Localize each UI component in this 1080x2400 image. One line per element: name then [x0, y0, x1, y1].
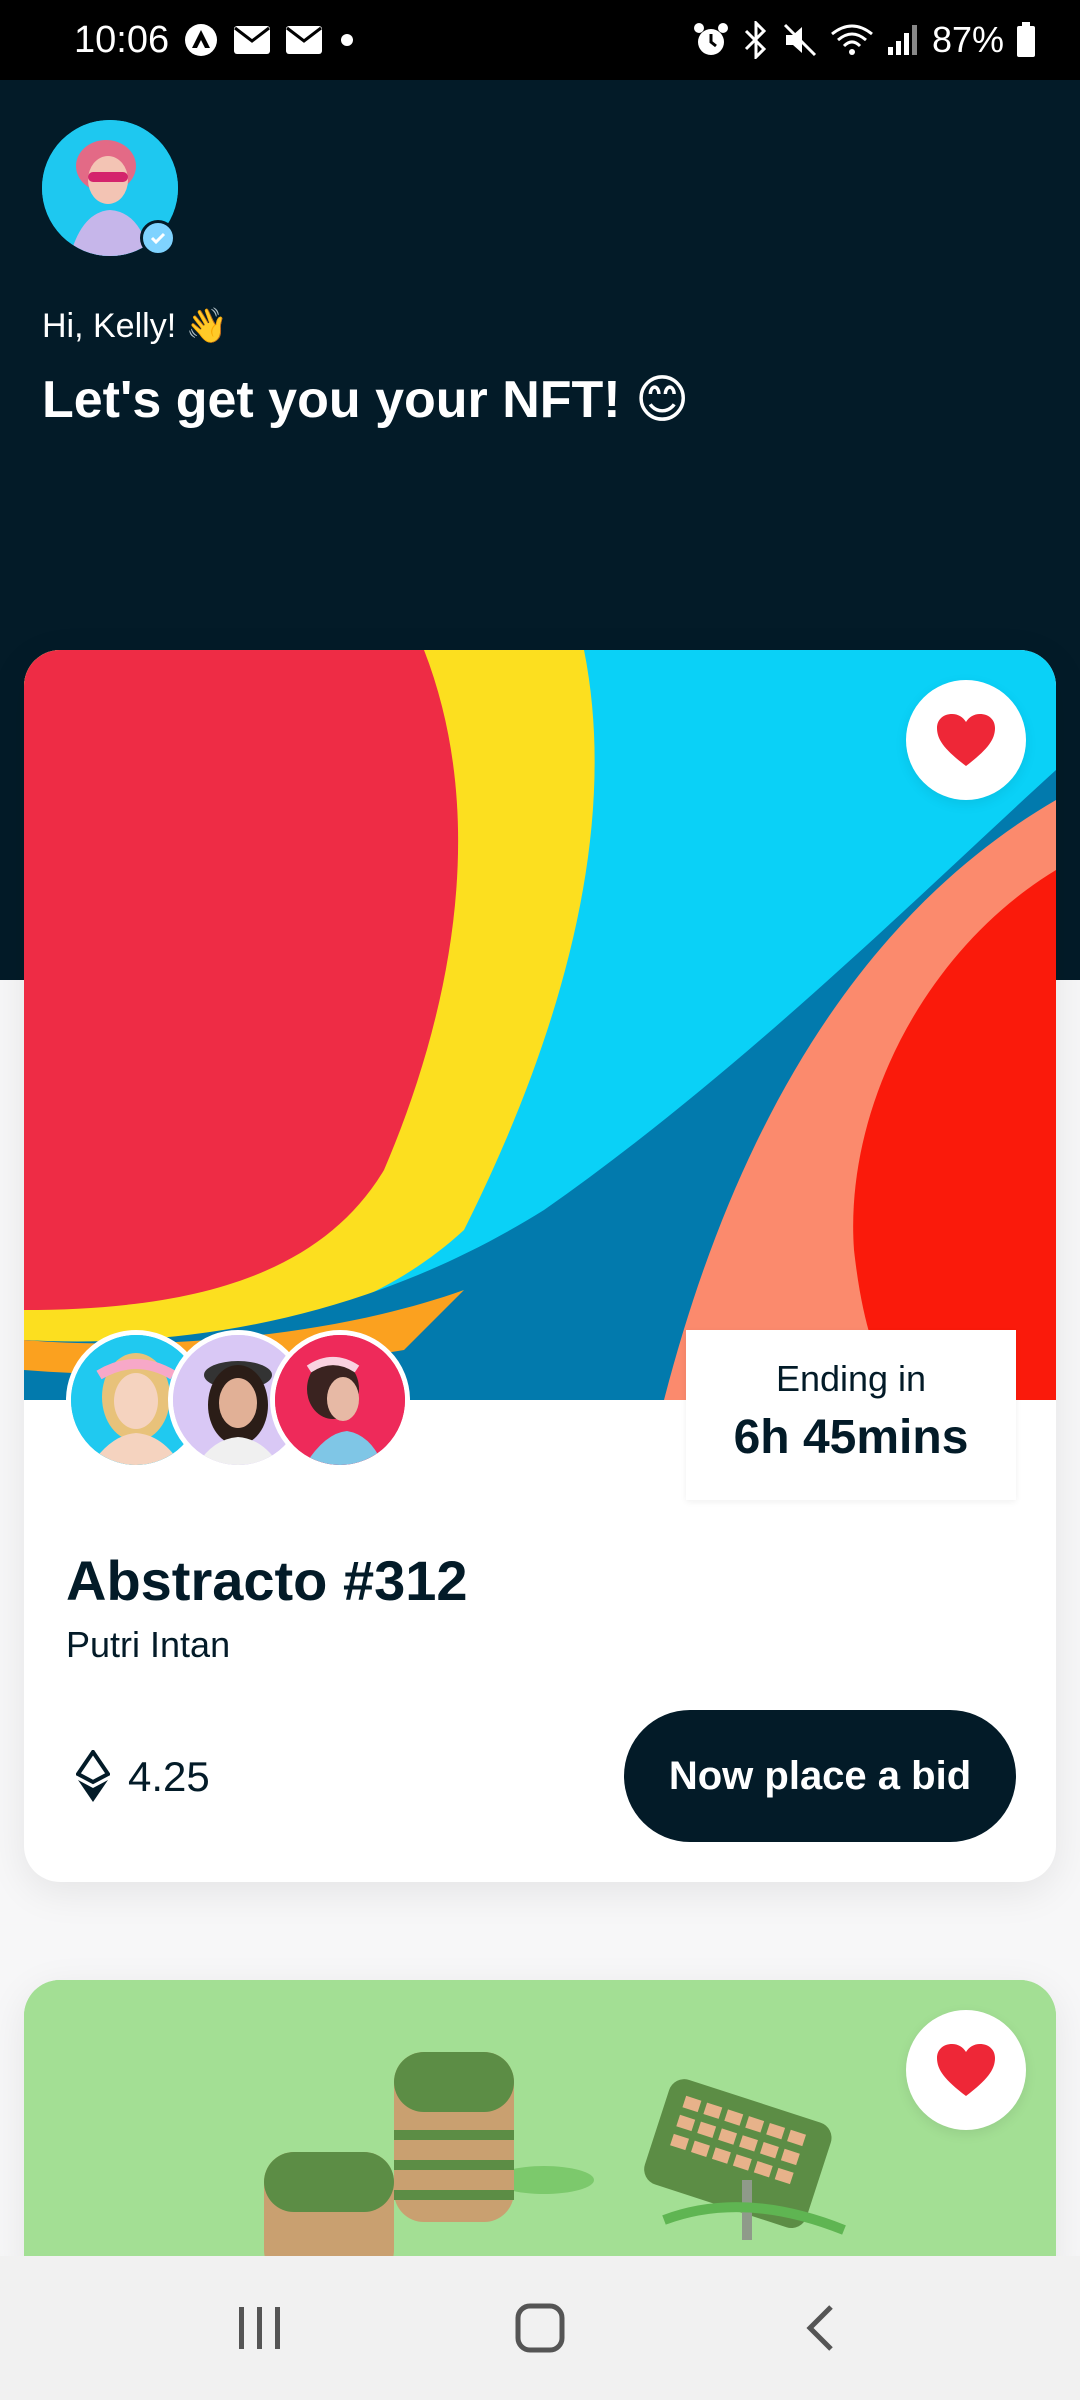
- mail-icon: [233, 25, 271, 55]
- alarm-icon: [692, 21, 730, 59]
- nft-author: Putri Intan: [66, 1624, 231, 1665]
- nft-artwork: [24, 650, 1056, 1400]
- ending-label: Ending in: [775, 1358, 927, 1399]
- nft-price: 4.25: [76, 1750, 210, 1804]
- bluetooth-icon: [742, 21, 770, 59]
- nft-card[interactable]: Ending in 6h 45mins Abstracto #312 Putri…: [24, 650, 1056, 1882]
- app-notification-icon: [183, 22, 219, 58]
- like-button[interactable]: [906, 2010, 1026, 2130]
- mail-icon: [285, 25, 323, 55]
- nft-title: Abstracto #312: [66, 1549, 468, 1612]
- nft-artwork: [24, 1980, 1056, 2280]
- owner-avatars: [66, 1330, 466, 1470]
- wifi-icon: [830, 22, 874, 58]
- status-bar: 10:06 87%: [0, 0, 1080, 80]
- greeting-text: Hi, Kelly! 👋: [42, 307, 228, 345]
- nft-card[interactable]: [24, 1980, 1056, 2280]
- signal-icon: [886, 23, 920, 57]
- ending-time: 6h 45mins: [733, 1411, 969, 1464]
- battery-percent: 87%: [931, 19, 1004, 60]
- mute-icon: [782, 22, 818, 58]
- owner-avatar[interactable]: [270, 1330, 410, 1470]
- like-button[interactable]: [906, 680, 1026, 800]
- status-time: 10:06: [74, 18, 170, 61]
- battery-icon: [1016, 22, 1036, 58]
- page-title: Let's get you your NFT! 😊: [42, 371, 690, 429]
- home-icon: [515, 2303, 565, 2353]
- recents-button[interactable]: [200, 2278, 320, 2378]
- heart-icon: [937, 2044, 995, 2096]
- recents-icon: [239, 2307, 280, 2349]
- back-button[interactable]: [760, 2278, 880, 2378]
- place-bid-button[interactable]: Now place a bid: [624, 1710, 1016, 1842]
- system-nav-bar: [0, 2256, 1080, 2400]
- home-button[interactable]: [480, 2278, 600, 2378]
- price-value: 4.25: [128, 1753, 210, 1800]
- ethereum-icon: [76, 1750, 110, 1802]
- dot-icon: [337, 30, 357, 50]
- auction-timer: Ending in 6h 45mins: [686, 1330, 1016, 1500]
- verified-badge-icon: [140, 220, 176, 256]
- back-icon: [806, 2305, 833, 2351]
- heart-icon: [937, 714, 995, 766]
